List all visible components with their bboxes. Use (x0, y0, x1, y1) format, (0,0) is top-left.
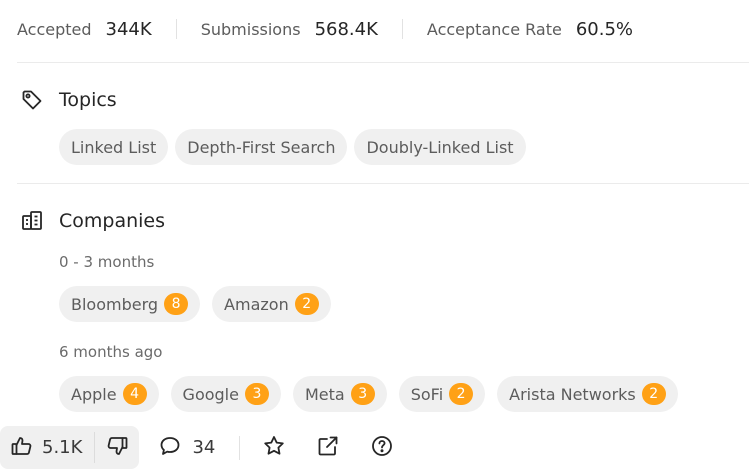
vote-group: 5.1K (0, 426, 140, 469)
company-tag[interactable]: Bloomberg 8 (59, 286, 201, 322)
topic-tag[interactable]: Doubly-Linked List (354, 129, 526, 165)
company-tag[interactable]: Arista Networks 2 (497, 376, 678, 412)
comments-button[interactable]: 34 (158, 434, 215, 462)
company-tag-list: Bloomberg 8 Amazon 2 (59, 286, 331, 322)
action-bar: 5.1K 34 (0, 426, 394, 469)
help-icon (370, 434, 394, 462)
frequency-badge: 2 (449, 383, 474, 405)
frequency-badge: 3 (244, 383, 269, 405)
company-tag[interactable]: Amazon 2 (212, 286, 331, 322)
stat-acceptance-rate: Acceptance Rate 60.5% (427, 19, 633, 40)
topic-tag[interactable]: Linked List (59, 129, 169, 165)
divider (17, 62, 749, 63)
frequency-badge: 3 (350, 383, 375, 405)
divider (17, 183, 749, 184)
divider (239, 435, 241, 460)
thumbs-down-icon (105, 434, 129, 462)
company-name: Amazon (224, 294, 289, 314)
topics-header[interactable]: Topics (19, 87, 117, 113)
topic-tag-list: Linked List Depth-First Search Doubly-Li… (59, 129, 526, 165)
company-name: Google (182, 384, 239, 404)
company-name: Arista Networks (509, 384, 636, 404)
stat-label: Submissions (200, 19, 301, 39)
stat-label: Accepted (17, 19, 92, 39)
building-icon (19, 208, 45, 234)
stat-value: 60.5% (575, 18, 633, 40)
stat-accepted: Accepted 344K (17, 19, 152, 40)
companies-title: Companies (59, 210, 166, 232)
frequency-badge: 2 (641, 383, 666, 405)
tag-icon (19, 87, 45, 113)
period-label: 6 months ago (59, 343, 163, 361)
share-button[interactable] (316, 434, 340, 462)
frequency-badge: 8 (164, 293, 189, 315)
company-name: Bloomberg (71, 294, 159, 314)
comment-icon (158, 434, 182, 462)
favorite-button[interactable] (262, 434, 286, 462)
period-label: 0 - 3 months (59, 253, 155, 271)
help-button[interactable] (370, 434, 394, 462)
topic-tag[interactable]: Depth-First Search (175, 129, 348, 165)
like-button[interactable]: 5.1K (0, 426, 94, 469)
thumbs-up-icon (10, 434, 34, 462)
dislike-button[interactable] (95, 426, 139, 469)
stat-value: 344K (105, 18, 152, 40)
company-name: SoFi (410, 384, 444, 404)
frequency-badge: 4 (122, 383, 147, 405)
companies-header[interactable]: Companies (19, 208, 165, 234)
stats-bar: Accepted 344K Submissions 568.4K Accepta… (17, 14, 633, 44)
stat-submissions: Submissions 568.4K (201, 19, 378, 40)
company-tag-list: Apple 4 Google 3 Meta 3 SoFi 2 Arista Ne… (59, 376, 678, 412)
stat-value: 568.4K (314, 18, 378, 40)
company-tag[interactable]: Apple 4 (59, 376, 159, 412)
divider (175, 19, 177, 39)
frequency-badge: 2 (294, 293, 319, 315)
star-icon (262, 434, 286, 462)
company-tag[interactable]: Google 3 (170, 376, 281, 412)
topics-title: Topics (59, 89, 117, 111)
company-tag[interactable]: SoFi 2 (398, 376, 486, 412)
comment-count: 34 (192, 437, 216, 458)
stat-label: Acceptance Rate (426, 19, 562, 39)
company-name: Meta (304, 384, 345, 404)
share-icon (316, 434, 340, 462)
like-count: 5.1K (42, 437, 83, 458)
company-name: Apple (71, 384, 117, 404)
company-tag[interactable]: Meta 3 (292, 376, 387, 412)
divider (401, 19, 403, 39)
